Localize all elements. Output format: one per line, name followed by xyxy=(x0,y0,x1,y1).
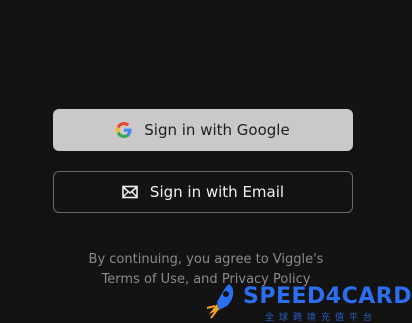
privacy-policy-link[interactable]: Privacy Policy xyxy=(222,272,311,287)
sign-in-google-label: Sign in with Google xyxy=(144,121,290,139)
terms-separator: , and xyxy=(184,272,222,287)
watermark-subtitle: 全球跨境充值平台 xyxy=(265,313,378,323)
terms-line-2: Terms of Use, and Privacy Policy xyxy=(0,270,412,290)
sign-in-google-button[interactable]: Sign in with Google xyxy=(53,109,353,151)
sign-in-email-label: Sign in with Email xyxy=(149,183,285,201)
terms-of-use-link[interactable]: Terms of Use xyxy=(102,272,185,287)
envelope-icon xyxy=(122,184,138,200)
sign-in-email-button[interactable]: Sign in with Email xyxy=(53,171,353,213)
terms-notice: By continuing, you agree to Viggle's Ter… xyxy=(0,250,412,290)
google-icon xyxy=(116,122,132,138)
terms-line-1: By continuing, you agree to Viggle's xyxy=(88,252,324,267)
